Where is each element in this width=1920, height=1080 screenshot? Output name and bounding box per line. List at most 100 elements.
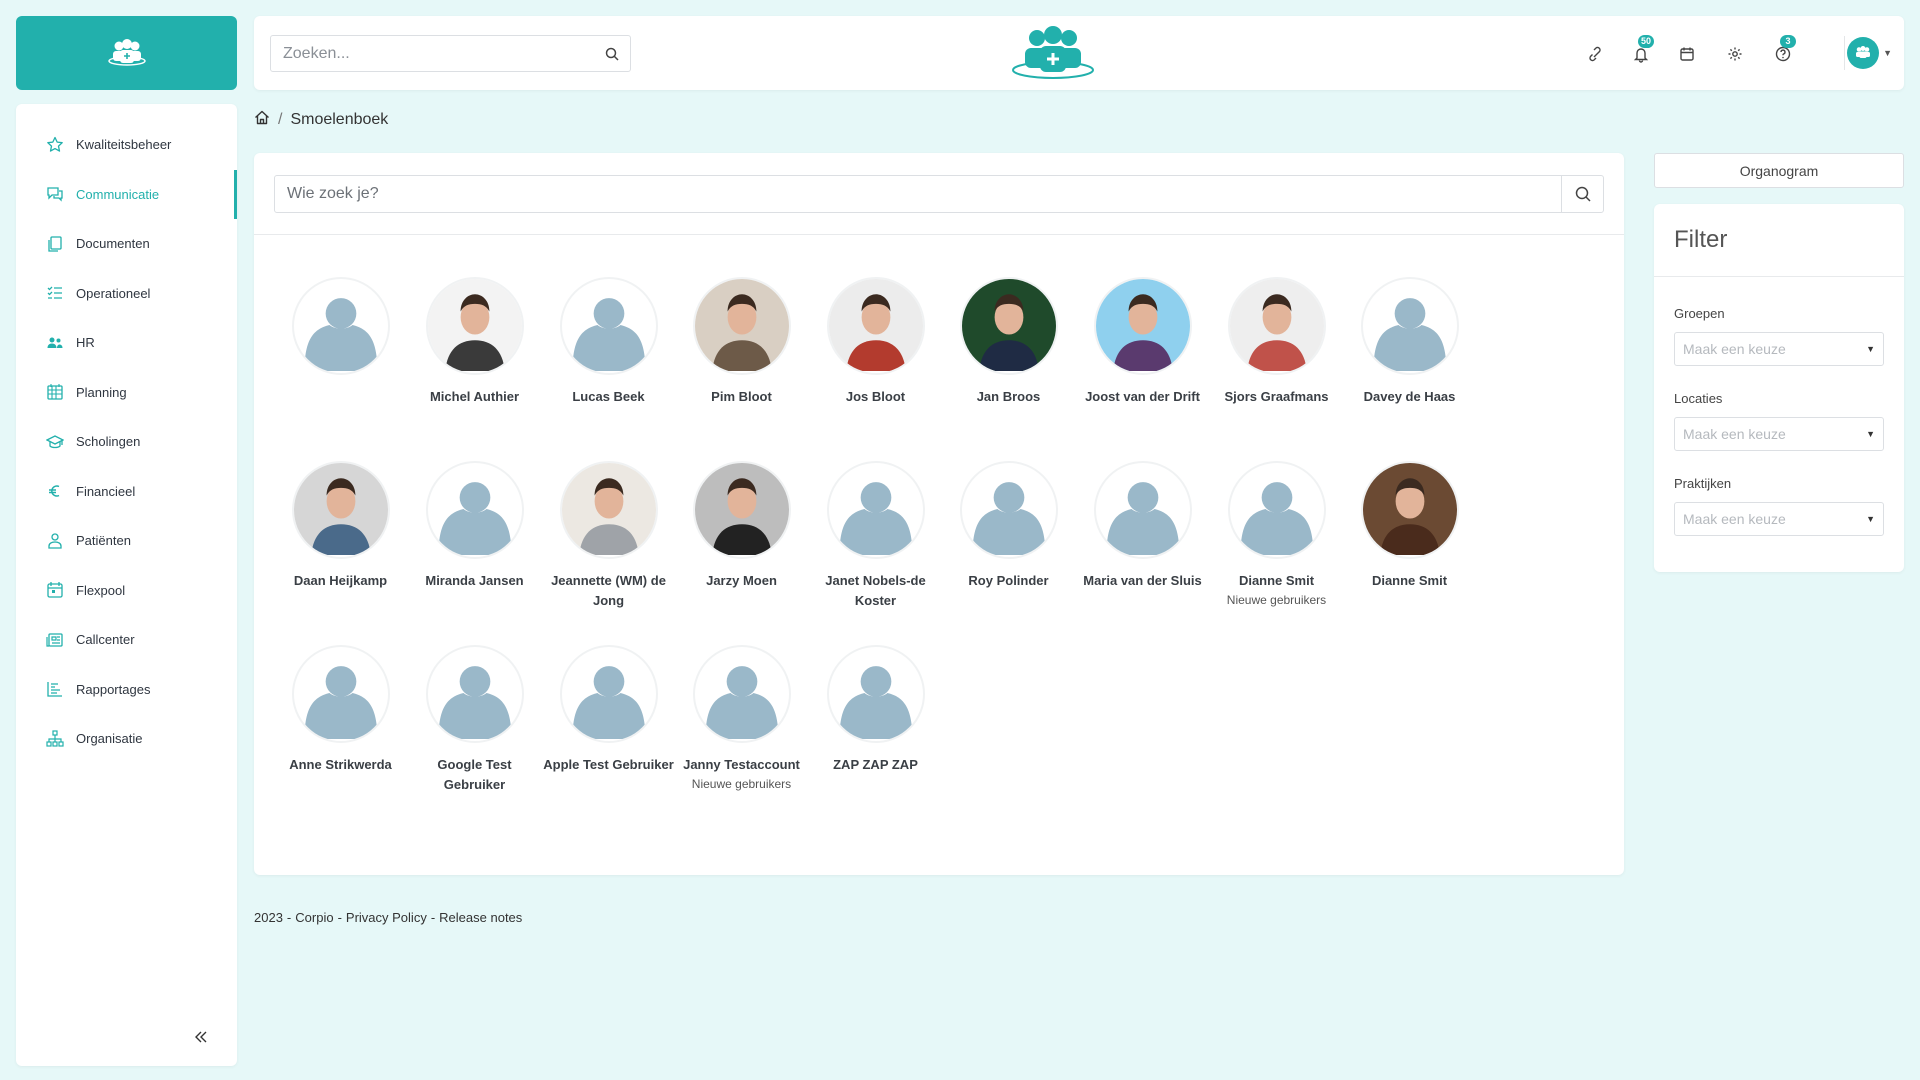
sidebar-item-label: Organisatie [76,731,143,746]
person-card[interactable]: Jeannette (WM) de Jong [542,461,675,611]
global-search-input[interactable] [271,44,594,63]
sidebar-item-rapportages[interactable]: Rapportages [16,665,237,714]
sidebar-item-pati-nten[interactable]: Patiënten [16,516,237,565]
search-button[interactable] [1561,176,1603,212]
collapse-sidebar-button[interactable] [186,1022,216,1052]
avatar [291,645,390,743]
privacy-policy-link[interactable]: Privacy Policy [346,910,427,925]
person-card[interactable]: Sjors Graafmans [1210,277,1343,407]
center-team-logo[interactable] [1011,26,1095,85]
panel-divider [254,234,1624,235]
person-card[interactable]: Dianne Smit [1343,461,1476,591]
release-notes-link[interactable]: Release notes [439,910,522,925]
person-card[interactable]: Maria van der Sluis [1076,461,1209,591]
person-card[interactable]: Joost van der Drift [1076,277,1209,407]
avatar [559,277,658,375]
sidebar-item-hr[interactable]: HR [16,318,237,367]
footer-year: 2023 [254,910,283,925]
sidebar-item-kwaliteitsbeheer[interactable]: Kwaliteitsbeheer [16,120,237,169]
calendar-icon [46,581,64,599]
person-card[interactable]: Dianne Smit Nieuwe gebruikers [1210,461,1343,610]
person-card[interactable]: Pim Bloot [675,277,808,407]
avatar [559,645,658,743]
search-icon [1575,186,1591,202]
person-name: Dianne Smit [1238,573,1315,588]
sidebar-item-scholingen[interactable]: Scholingen [16,417,237,466]
avatar [1093,461,1192,559]
person-name: Lucas Beek [572,389,645,404]
link-icon[interactable] [1584,43,1606,65]
person-card[interactable]: Jarzy Moen [675,461,808,591]
calendar-icon[interactable] [1676,43,1698,65]
notification-badge: 3 [1780,35,1796,48]
notification-badge: 50 [1638,35,1655,48]
person-card[interactable]: Roy Polinder [942,461,1075,591]
topbar: 50 3 ▼ [254,16,1904,90]
calendar-grid-icon [46,383,64,401]
sidebar-item-label: Patiënten [76,533,131,548]
praktijken-select[interactable]: Maak een keuze ▼ [1674,502,1884,536]
sidebar-item-financieel[interactable]: Financieel [16,467,237,516]
sidebar-item-communicatie[interactable]: Communicatie [16,169,237,219]
team-logo-icon [1012,26,1094,79]
sidebar-item-label: Kwaliteitsbeheer [76,137,172,152]
person-card[interactable]: Janet Nobels-de Koster [809,461,942,611]
search-icon[interactable] [594,36,630,71]
people-search-input[interactable] [275,185,1561,203]
home-icon[interactable] [254,110,270,130]
sidebar-item-label: Rapportages [76,681,151,697]
sidebar-item-label: Financieel [76,483,136,499]
person-card[interactable]: Anne Strikwerda [274,645,407,775]
person-group: Nieuwe gebruikers [691,777,792,791]
person-card[interactable]: Davey de Haas [1343,277,1476,407]
organogram-button[interactable]: Organogram [1654,153,1904,188]
sidebar-item-planning[interactable]: Planning [16,368,237,417]
person-card[interactable]: Daan Heijkamp [274,461,407,591]
patient-icon [46,532,64,550]
locaties-select-placeholder: Maak een keuze [1683,426,1786,442]
star-icon [46,136,64,154]
filter-panel: Filter Groepen Maak een keuze ▼ Locaties… [1654,204,1904,572]
person-card[interactable]: Lucas Beek [542,277,675,407]
sidebar-item-label: Callcenter [76,632,135,647]
person-card[interactable]: ZAP ZAP ZAP [809,645,942,775]
person-name: Miranda Jansen [425,573,524,588]
footer: 2023 - Corpio - Privacy Policy - Release… [254,910,522,925]
avatar [826,277,925,375]
help-icon[interactable]: 3 [1772,35,1796,65]
groepen-select-placeholder: Maak een keuze [1683,341,1786,357]
bell-icon[interactable]: 50 [1630,35,1655,65]
person-card[interactable]: Michel Authier [408,277,541,407]
sidebar-item-flexpool[interactable]: Flexpool [16,566,237,615]
avatar [1227,277,1326,375]
person-group: Nieuwe gebruikers [1226,593,1327,607]
avatar [1360,461,1459,559]
app-logo[interactable] [16,16,237,90]
avatar [425,461,524,559]
user-menu-button[interactable]: ▼ [1844,35,1892,71]
avatar [1360,277,1459,375]
groepen-select[interactable]: Maak een keuze ▼ [1674,332,1884,366]
sidebar-item-label: Scholingen [76,434,141,449]
sidebar-item-organisatie[interactable]: Organisatie [16,714,237,763]
sidebar-item-documenten[interactable]: Documenten [16,219,237,268]
person-card[interactable]: Jos Bloot [809,277,942,407]
documents-icon [46,235,64,253]
person-card[interactable]: Miranda Jansen [408,461,541,591]
person-card[interactable] [274,277,407,387]
person-card[interactable]: Jan Broos [942,277,1075,407]
people-search [274,175,1604,213]
breadcrumb-current: Smoelenboek [290,111,389,128]
sidebar-item-operationeel[interactable]: Operationeel [16,269,237,318]
footer-company-link[interactable]: Corpio [295,910,333,925]
person-name: Pim Bloot [711,389,772,404]
breadcrumb: / Smoelenboek [254,110,388,130]
filter-label-praktijken: Praktijken [1674,476,1732,491]
locaties-select[interactable]: Maak een keuze ▼ [1674,417,1884,451]
person-card[interactable]: Google Test Gebruiker [408,645,541,795]
person-card[interactable]: Janny Testaccount Nieuwe gebruikers [675,645,808,794]
sidebar-item-callcenter[interactable]: Callcenter [16,615,237,664]
footer-separator: - [337,910,342,925]
gear-icon[interactable] [1724,43,1746,65]
person-card[interactable]: Apple Test Gebruiker [542,645,675,775]
